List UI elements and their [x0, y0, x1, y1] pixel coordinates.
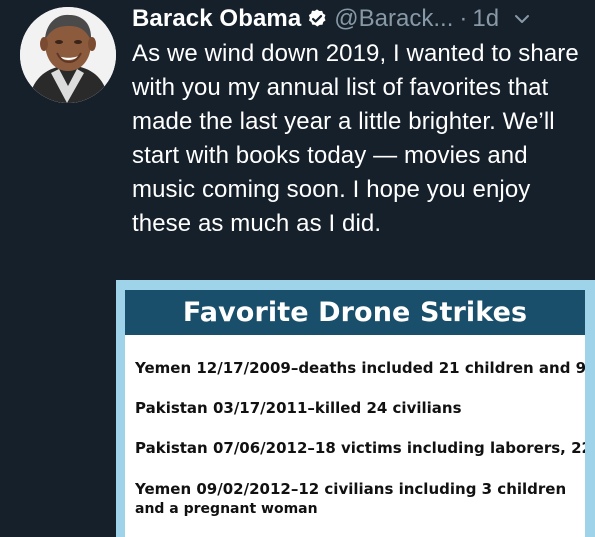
strike-item: Pakistan 07/06/2012–18 victims including…	[135, 439, 585, 457]
author-handle[interactable]: @Barack...	[334, 5, 453, 33]
strike-item-line: and a pregnant woman	[135, 501, 318, 517]
strike-item: Yemen 12/17/2009–deaths included 21 chil…	[135, 359, 585, 377]
tweet: Barack Obama @Barack... · 1d As we wind …	[0, 0, 595, 537]
image-content: Favorite Drone Strikes Yemen 12/17/2009–…	[125, 290, 585, 537]
tweet-timestamp[interactable]: 1d	[472, 5, 499, 33]
strike-item: Yemen 09/02/2012–12 civilians including …	[135, 480, 575, 518]
image-title: Favorite Drone Strikes	[182, 297, 528, 328]
avatar[interactable]	[20, 7, 116, 103]
profile-photo-icon	[20, 7, 116, 103]
chevron-down-icon[interactable]	[513, 10, 531, 28]
verified-badge-icon	[306, 8, 328, 30]
strike-item-line: Yemen 09/02/2012–12 civilians including …	[135, 480, 567, 498]
image-title-bar: Favorite Drone Strikes	[125, 290, 585, 335]
tweet-image[interactable]: Favorite Drone Strikes Yemen 12/17/2009–…	[116, 280, 595, 537]
tweet-header: Barack Obama @Barack... · 1d	[132, 2, 577, 36]
tweet-text: As we wind down 2019, I wanted to share …	[132, 40, 579, 237]
author-name[interactable]: Barack Obama	[132, 5, 301, 33]
strike-item: Pakistan 03/17/2011–killed 24 civilians	[135, 399, 462, 417]
timestamp-separator: ·	[459, 5, 468, 32]
